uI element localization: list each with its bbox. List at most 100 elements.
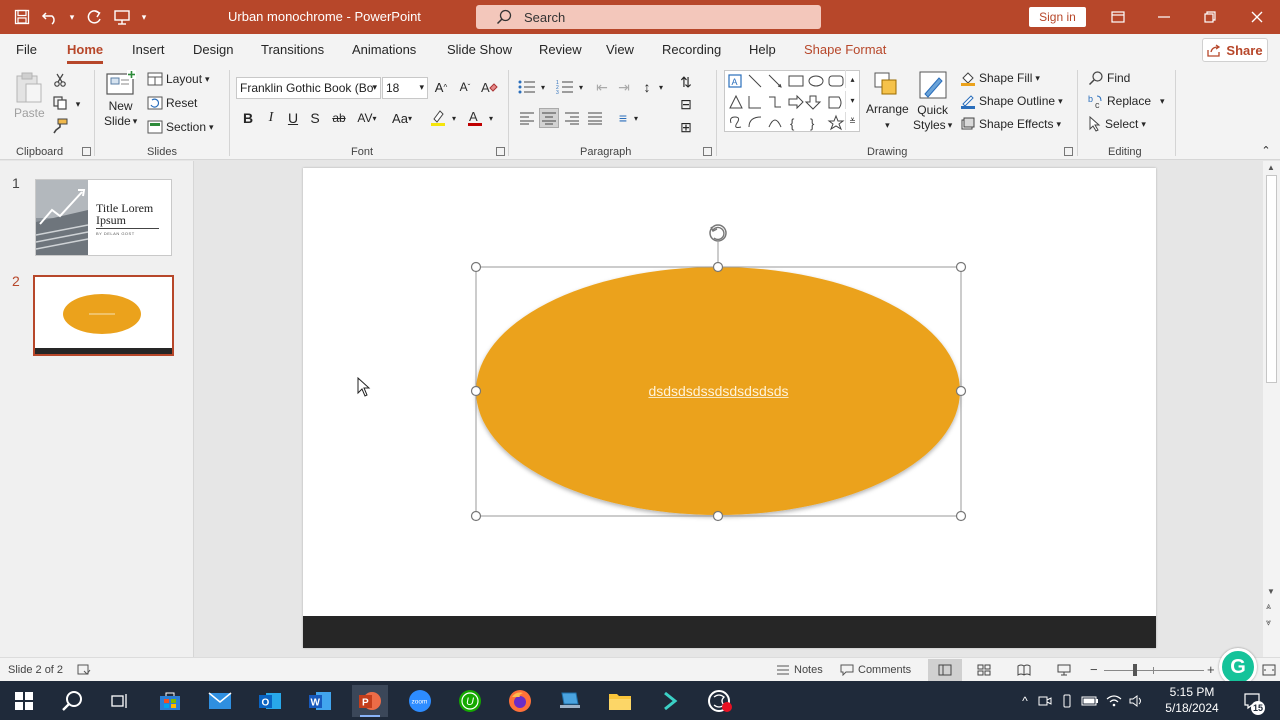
windows-start-icon[interactable]	[6, 685, 42, 717]
slide-thumbnail-2[interactable]	[33, 275, 174, 356]
taskbar-clock[interactable]: 5:15 PM 5/18/2024	[1160, 684, 1224, 716]
zoom-in-icon[interactable]: +	[1207, 662, 1215, 677]
gallery-scroll-down-icon[interactable]: ▾	[845, 91, 859, 109]
laptop-app-icon[interactable]	[552, 685, 588, 717]
zoom-out-icon[interactable]: −	[1090, 662, 1098, 677]
format-painter-icon[interactable]	[50, 116, 70, 136]
shape-effects-button[interactable]: Shape Effects ▾	[960, 116, 1061, 132]
chevron-down-icon[interactable]: ▾	[537, 77, 549, 97]
chevron-down-icon[interactable]: ▾	[575, 77, 587, 97]
font-name-combo[interactable]: Franklin Gothic Book (Bo ▾	[236, 77, 381, 99]
copy-dropdown-icon[interactable]: ▾	[68, 94, 88, 114]
chevron-down-icon[interactable]: ▾	[485, 108, 497, 128]
tab-help[interactable]: Help	[749, 42, 776, 57]
show-hidden-icons-icon[interactable]: ^	[1016, 694, 1034, 708]
chevron-down-icon[interactable]: ▾	[448, 108, 460, 128]
meet-now-icon[interactable]	[1034, 695, 1056, 707]
shape-text[interactable]: dsdsdsdssdsdsdsdsds	[476, 383, 961, 399]
mail-icon[interactable]	[202, 685, 238, 717]
character-spacing-icon[interactable]: AV ▾	[353, 108, 381, 128]
clear-formatting-icon[interactable]: A	[479, 77, 499, 97]
firefox-icon[interactable]	[502, 685, 538, 717]
clipboard-launcher-icon[interactable]	[82, 147, 91, 156]
text-shadow-icon[interactable]: S	[305, 108, 325, 128]
comments-button[interactable]: Comments	[840, 664, 911, 676]
powerpoint-icon[interactable]: P	[352, 685, 388, 717]
zoom-slider[interactable]	[1104, 670, 1204, 671]
next-slide-icon[interactable]: ⩔	[1266, 617, 1271, 628]
scroll-down-icon[interactable]: ▼	[1267, 587, 1275, 596]
volume-icon[interactable]	[1126, 694, 1148, 707]
paste-button[interactable]: Paste	[14, 72, 45, 120]
phone-link-icon[interactable]	[1056, 694, 1078, 708]
gallery-more-icon[interactable]: ≚	[845, 112, 859, 130]
decrease-font-size-icon[interactable]: Aˇ	[455, 77, 475, 97]
reading-view-icon[interactable]	[1017, 664, 1031, 676]
slide-show-view-icon[interactable]	[1057, 664, 1071, 676]
arrange-button[interactable]: Arrange ▾	[866, 70, 909, 132]
tab-slide-show[interactable]: Slide Show	[447, 42, 512, 57]
file-explorer-icon[interactable]	[602, 685, 638, 717]
reset-button[interactable]: Reset	[147, 96, 197, 110]
zoom-slider-thumb[interactable]	[1133, 664, 1137, 676]
battery-icon[interactable]	[1078, 696, 1102, 706]
italic-icon[interactable]: I	[261, 108, 281, 128]
notifications-icon[interactable]: 15	[1238, 687, 1266, 715]
gallery-scroll-up-icon[interactable]: ▴	[845, 70, 859, 88]
resize-handle-top-left[interactable]	[470, 261, 482, 273]
text-direction-icon[interactable]: ⇅	[676, 72, 696, 92]
collapse-ribbon-icon[interactable]: ⌃	[1258, 142, 1274, 158]
section-button[interactable]: Section ▾	[147, 120, 214, 134]
search-icon[interactable]	[54, 685, 90, 717]
find-button[interactable]: Find	[1088, 70, 1130, 86]
sign-in-button[interactable]: Sign in	[1029, 7, 1086, 27]
copy-icon[interactable]	[50, 93, 70, 113]
highlight-color-icon[interactable]	[428, 108, 448, 128]
undo-dropdown-icon[interactable]: ▾	[66, 5, 78, 29]
tab-file[interactable]: File	[16, 42, 37, 57]
rotate-handle-icon[interactable]	[709, 224, 727, 242]
fit-slide-icon[interactable]	[1262, 664, 1276, 676]
close-icon[interactable]	[1234, 0, 1280, 34]
task-view-icon[interactable]	[102, 685, 138, 717]
tab-transitions[interactable]: Transitions	[261, 42, 324, 57]
previous-slide-icon[interactable]: ⩓	[1266, 601, 1271, 612]
font-size-combo[interactable]: 18 ▾	[382, 77, 428, 99]
underline-icon[interactable]: U	[283, 108, 303, 128]
shape-outline-button[interactable]: Shape Outline ▾	[960, 93, 1063, 109]
shape-fill-button[interactable]: Shape Fill ▾	[960, 70, 1040, 86]
select-button[interactable]: Select ▾	[1088, 116, 1146, 132]
tab-design[interactable]: Design	[193, 42, 233, 57]
paragraph-launcher-icon[interactable]	[703, 147, 712, 156]
justify-icon[interactable]	[585, 108, 605, 128]
increase-font-size-icon[interactable]: A ^	[431, 77, 451, 97]
present-from-start-icon[interactable]	[110, 5, 134, 29]
slide-canvas[interactable]: dsdsdsdssdsdsdsdsds	[303, 168, 1156, 648]
undo-icon[interactable]	[38, 5, 62, 29]
recording-app-icon[interactable]	[702, 685, 738, 717]
slide-sorter-view-icon[interactable]	[977, 664, 991, 676]
drawing-launcher-icon[interactable]	[1064, 147, 1073, 156]
vertical-scrollbar[interactable]: ▲ ▼ ⩓ ⩔	[1263, 161, 1280, 657]
bold-icon[interactable]: B	[238, 108, 258, 128]
convert-to-smartart-icon[interactable]: ⊞	[676, 117, 696, 137]
resize-handle-top[interactable]	[712, 261, 724, 273]
notes-button[interactable]: Notes	[776, 664, 823, 676]
microsoft-store-icon[interactable]	[152, 685, 188, 717]
chevron-down-icon[interactable]: ▾	[630, 108, 642, 128]
numbering-icon[interactable]: 123	[555, 77, 575, 97]
minimize-icon[interactable]	[1141, 0, 1187, 34]
save-icon[interactable]	[10, 5, 34, 29]
word-icon[interactable]: W	[302, 685, 338, 717]
change-case-icon[interactable]: Aa ▾	[388, 108, 416, 128]
font-color-icon[interactable]: A	[465, 108, 485, 128]
upwork-icon[interactable]: U	[452, 685, 488, 717]
line-spacing-icon[interactable]: ↕	[637, 77, 657, 97]
search-input[interactable]: Search	[476, 5, 821, 29]
replace-button[interactable]: bc Replace ▾	[1088, 93, 1165, 109]
resize-handle-bottom-right[interactable]	[955, 510, 967, 522]
resize-handle-bottom-left[interactable]	[470, 510, 482, 522]
layout-button[interactable]: Layout ▾	[147, 72, 210, 86]
resize-handle-bottom[interactable]	[712, 510, 724, 522]
align-text-icon[interactable]: ⊟	[676, 94, 696, 114]
